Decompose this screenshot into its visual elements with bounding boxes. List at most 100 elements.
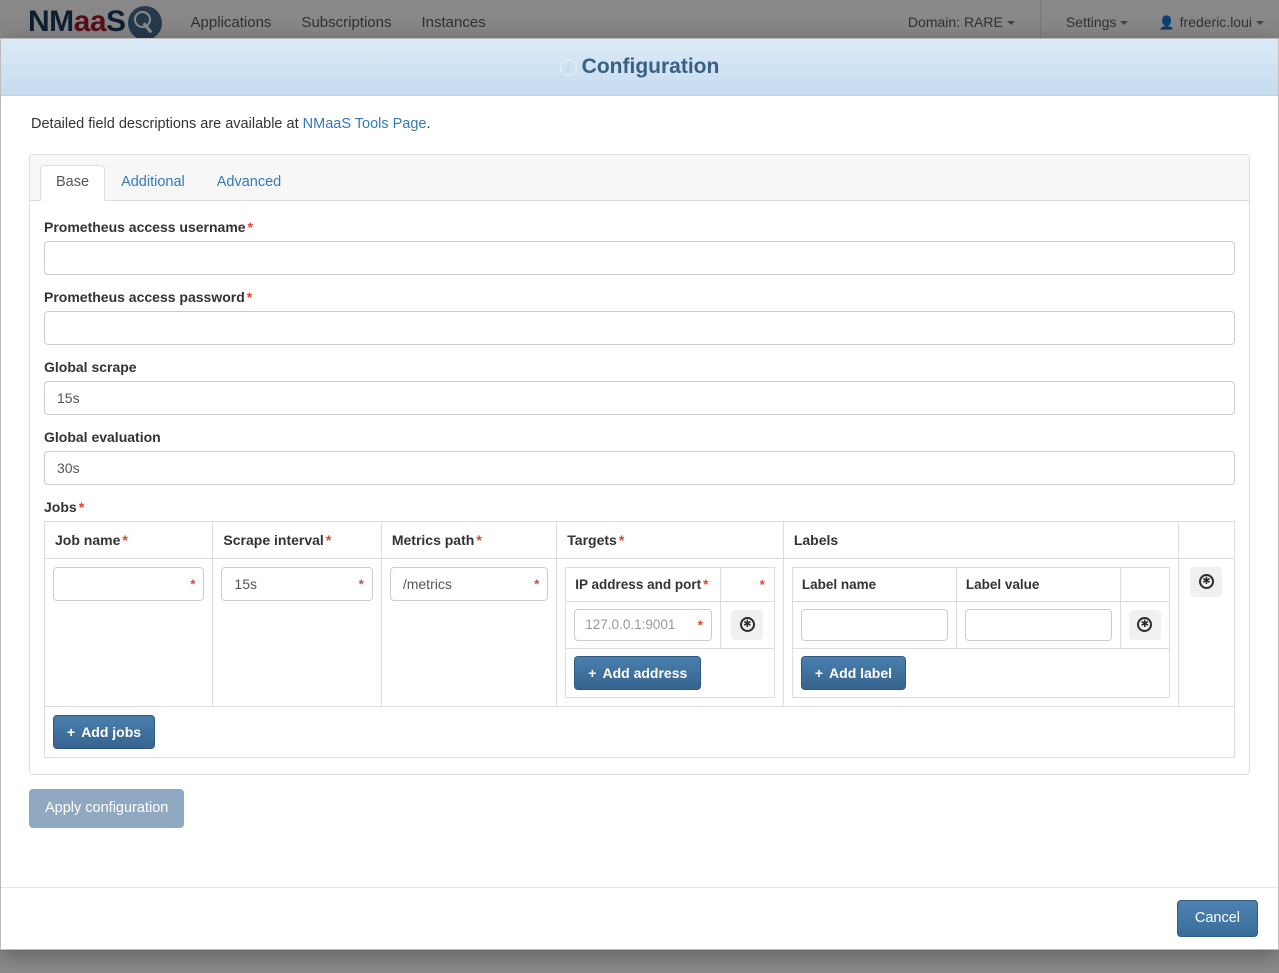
tab-content-base: Prometheus access username * Prometheus a… <box>30 201 1249 774</box>
column-header-actions <box>1177 520 1236 559</box>
modal-title-text: Configuration <box>581 55 720 78</box>
required-asterisk: * <box>476 531 482 548</box>
input-wrapper-job-name: * <box>53 566 205 601</box>
input-prometheus-password[interactable] <box>44 310 1235 345</box>
remove-address-button[interactable]: ✱ <box>731 609 764 640</box>
labels-row: ✱ <box>791 600 1170 649</box>
add-jobs-button[interactable]: + Add jobs <box>53 715 156 750</box>
cell-job-name: * <box>43 557 214 708</box>
cell-remove-address: ✱ <box>719 600 775 649</box>
cell-remove-job: ✱ <box>1177 557 1236 708</box>
jobs-table-head: Job name * Scrape interval * Metrics path *… <box>43 520 1236 559</box>
tab-additional[interactable]: Additional <box>105 165 201 201</box>
cell-add-address: + Add address <box>565 647 775 699</box>
input-metrics-path[interactable] <box>389 566 549 601</box>
intro-suffix: . <box>426 116 431 132</box>
nmaas-tools-page-link[interactable]: NMaaS Tools Page <box>303 116 427 132</box>
tab-advanced[interactable]: Advanced <box>201 165 298 201</box>
configuration-panel: Base Additional Advanced Prometheus acce… <box>29 154 1250 776</box>
add-address-label: Add address <box>602 664 688 681</box>
column-header-metrics-path: Metrics path * <box>380 520 558 559</box>
jobs-table-body: * * <box>43 557 1236 759</box>
cell-ip-address: * <box>565 600 721 649</box>
modal-footer: Cancel <box>1 887 1278 949</box>
jobs-header-row: Job name * Scrape interval * Metrics path *… <box>43 520 1236 559</box>
cell-metrics-path: * <box>380 557 558 708</box>
column-header-label-name: Label name <box>791 566 957 602</box>
configuration-modal: i Configuration Detailed field descripti… <box>0 38 1279 950</box>
column-header-scrape-interval: Scrape interval * <box>212 520 382 559</box>
label-text: Prometheus access username <box>44 218 246 235</box>
cell-labels: Label name Label value ✱ + Add label <box>782 557 1179 708</box>
jobs-footer-row: + Add jobs <box>44 706 1235 759</box>
targets-footer-row: + Add address <box>565 647 775 699</box>
input-wrapper-metrics-path: * <box>389 566 549 601</box>
cell-add-jobs: + Add jobs <box>44 706 1235 759</box>
field-group-prometheus-password: Prometheus access password * <box>44 289 1235 345</box>
remove-job-button[interactable]: ✱ <box>1190 566 1223 597</box>
intro-prefix: Detailed field descriptions are availabl… <box>31 116 303 132</box>
labels-header-row: Label name Label value <box>791 566 1170 602</box>
remove-label-button[interactable]: ✱ <box>1128 609 1161 640</box>
cell-targets: IP address and port* * * <box>556 557 784 708</box>
label-global-scrape: Global scrape <box>44 358 137 375</box>
label-text: Jobs <box>44 498 77 515</box>
tab-base[interactable]: Base <box>40 165 106 201</box>
plus-icon: + <box>67 724 76 741</box>
cell-label-name <box>791 600 957 649</box>
plus-icon: + <box>814 664 824 681</box>
required-asterisk: * <box>78 498 85 515</box>
label-global-evaluation: Global evaluation <box>44 428 161 445</box>
required-asterisk: * <box>618 531 625 548</box>
labels-table: Label name Label value ✱ + Add label <box>791 566 1170 699</box>
required-asterisk: * <box>703 576 709 592</box>
input-label-value[interactable] <box>964 608 1112 641</box>
cancel-button[interactable]: Cancel <box>1176 900 1258 937</box>
column-header-label-value: Label value <box>955 566 1121 602</box>
targets-header-row: IP address and port * * <box>565 566 775 602</box>
label-text: Prometheus access password <box>44 288 245 305</box>
field-group-global-scrape: Global scrape <box>44 359 1235 415</box>
required-asterisk: * <box>759 576 765 592</box>
labels-footer-row: + Add label <box>791 647 1170 699</box>
targets-row: * ✱ <box>565 600 775 649</box>
input-global-scrape[interactable] <box>44 380 1235 415</box>
add-label-label: Add label <box>829 664 893 681</box>
input-label-name[interactable] <box>800 608 948 641</box>
cell-scrape-interval: * <box>212 557 382 708</box>
tab-strip: Base Additional Advanced <box>30 155 1249 201</box>
jobs-table: Job name * Scrape interval * Metrics path *… <box>43 520 1236 759</box>
input-wrapper-scrape-interval: * <box>221 566 373 601</box>
input-wrapper-ip-address: * <box>574 608 712 641</box>
column-header-job-name: Job name * <box>43 520 214 559</box>
column-header-ip-address-and-port: IP address and port * <box>565 566 721 602</box>
input-ip-address-and-port[interactable] <box>574 608 712 641</box>
input-prometheus-username[interactable] <box>44 240 1235 275</box>
label-jobs: Jobs * <box>44 499 1235 515</box>
remove-circle-icon: ✱ <box>1198 574 1214 590</box>
add-label-button[interactable]: + Add label <box>800 655 907 691</box>
table-row: * * <box>43 557 1236 708</box>
cell-add-label: + Add label <box>791 647 1170 699</box>
input-global-evaluation[interactable] <box>44 450 1235 485</box>
apply-row: Apply configuration <box>29 775 1250 829</box>
input-scrape-interval[interactable] <box>221 566 373 601</box>
targets-table: IP address and port* * * <box>565 566 775 699</box>
input-job-name[interactable] <box>53 566 205 601</box>
required-asterisk: * <box>246 288 253 305</box>
remove-circle-icon: ✱ <box>739 617 755 633</box>
column-header-targets-action: * <box>719 566 775 602</box>
intro-text: Detailed field descriptions are availabl… <box>31 116 1250 132</box>
modal-body: Detailed field descriptions are availabl… <box>1 96 1278 887</box>
info-icon: i <box>559 58 577 76</box>
field-group-prometheus-username: Prometheus access username * <box>44 219 1235 275</box>
column-header-labels-action <box>1119 566 1170 602</box>
modal-title: i Configuration <box>559 55 720 79</box>
label-prometheus-password: Prometheus access password * <box>44 289 1235 305</box>
required-asterisk: * <box>122 531 128 548</box>
label-prometheus-username: Prometheus access username * <box>44 219 1235 235</box>
add-address-button[interactable]: + Add address <box>574 655 702 691</box>
column-header-targets: Targets * <box>556 520 784 559</box>
field-group-global-evaluation: Global evaluation <box>44 429 1235 485</box>
apply-configuration-button[interactable]: Apply configuration <box>29 789 185 829</box>
